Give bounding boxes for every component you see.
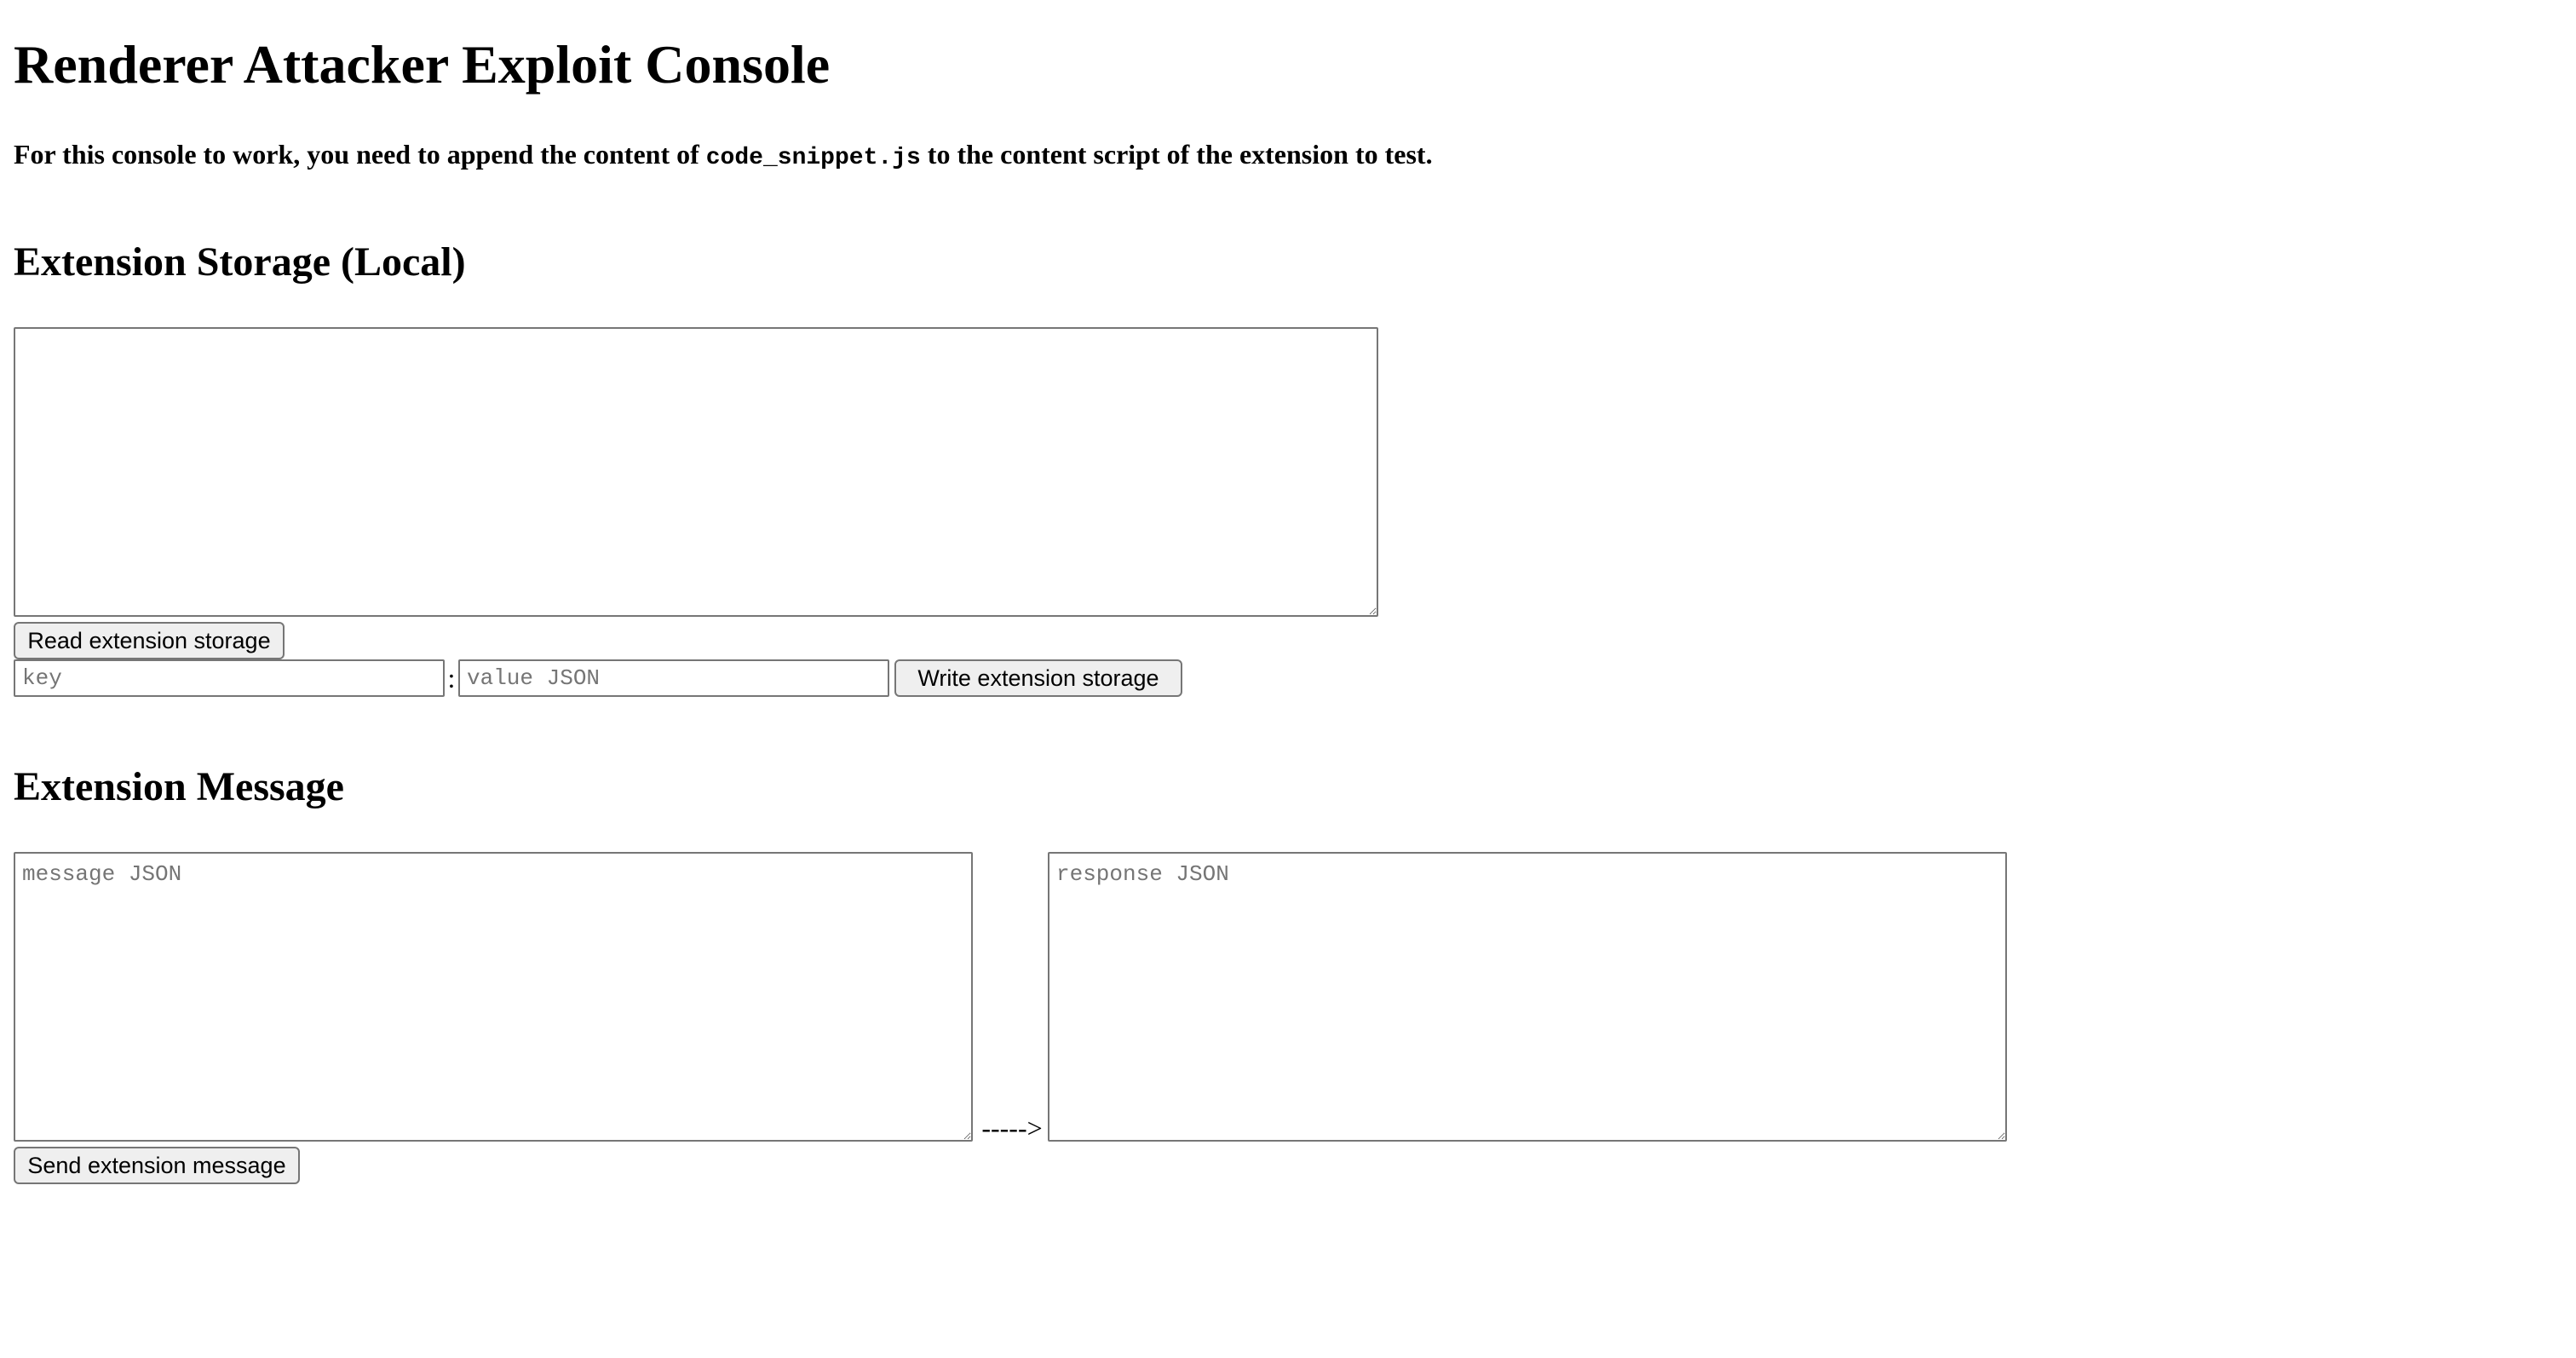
- write-storage-button[interactable]: Write extension storage: [894, 659, 1182, 697]
- arrow-label: ----->: [981, 1113, 1043, 1143]
- send-message-button[interactable]: Send extension message: [14, 1147, 300, 1184]
- code-snippet-filename: code_snippet.js: [705, 145, 921, 171]
- intro-text: For this console to work, you need to ap…: [14, 136, 1433, 176]
- intro-text-after: to the content script of the extension t…: [920, 139, 1433, 170]
- read-storage-button[interactable]: Read extension storage: [14, 622, 285, 659]
- key-input[interactable]: [14, 659, 445, 697]
- value-json-input[interactable]: [458, 659, 889, 697]
- page-title: Renderer Attacker Exploit Console: [14, 34, 831, 95]
- message-json-textarea[interactable]: [14, 852, 973, 1142]
- response-json-textarea[interactable]: [1048, 852, 2007, 1142]
- key-value-separator: :: [447, 663, 456, 693]
- storage-heading: Extension Storage (Local): [14, 239, 466, 285]
- intro-text-before: For this console to work, you need to ap…: [14, 139, 706, 170]
- message-heading: Extension Message: [14, 764, 344, 809]
- storage-output-textarea[interactable]: [14, 327, 1378, 617]
